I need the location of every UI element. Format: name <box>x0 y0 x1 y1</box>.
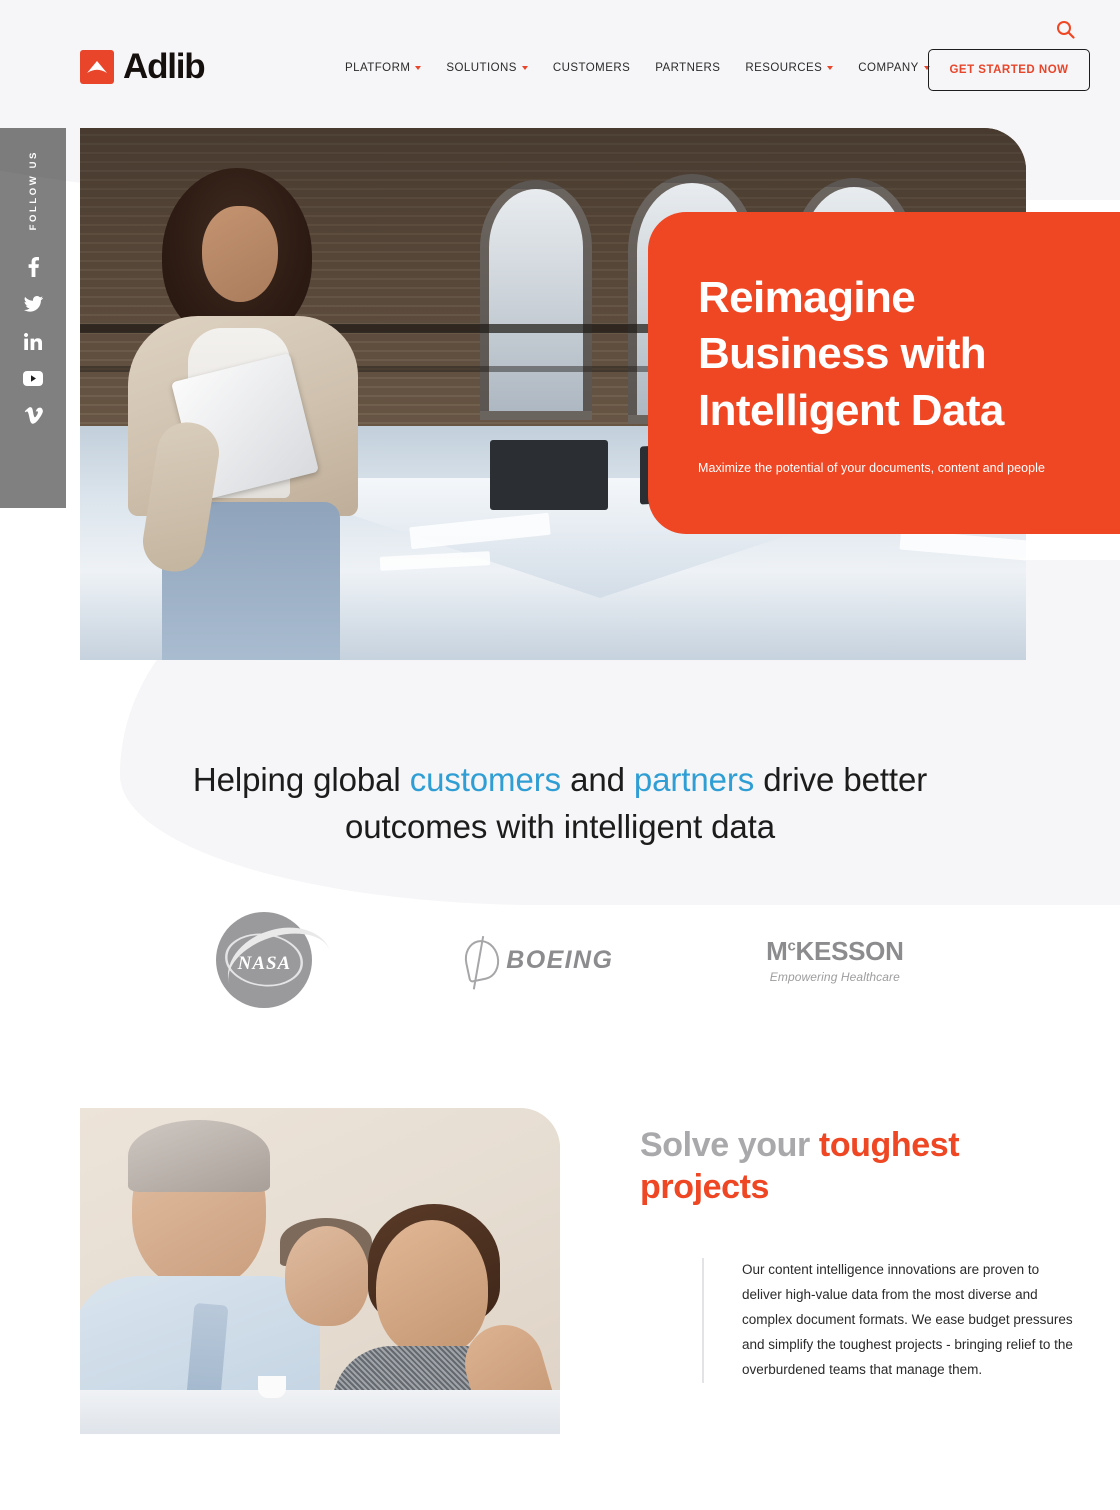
hero-image-monitor <box>490 440 608 510</box>
get-started-button[interactable]: GET STARTED NOW <box>928 49 1090 91</box>
page-root: Adlib PLATFORM SOLUTIONS CUSTOMERS PARTN… <box>0 0 1120 1510</box>
mckesson-logo: McKESSON Empowering Healthcare <box>766 936 904 984</box>
nav-item-company[interactable]: COMPANY <box>858 62 930 74</box>
adlib-chevron-logo-icon <box>80 49 114 84</box>
nav-label: CUSTOMERS <box>552 62 631 74</box>
site-header: Adlib PLATFORM SOLUTIONS CUSTOMERS PARTN… <box>0 0 1120 128</box>
facebook-icon[interactable] <box>16 250 50 284</box>
headline-accent-customers: customers <box>409 761 561 798</box>
solve-image-person-hair <box>128 1120 270 1192</box>
solve-title: Solve your toughest projects <box>640 1124 1080 1208</box>
solve-section-copy: Solve your toughest projects Our content… <box>640 1124 1080 1384</box>
nav-item-platform[interactable]: PLATFORM <box>345 62 422 74</box>
solve-title-gray: Solve your <box>640 1126 819 1164</box>
hero-title-line-3: Intelligent Data <box>698 385 1004 435</box>
nav-label: SOLUTIONS <box>446 62 517 74</box>
twitter-icon[interactable] <box>16 287 50 321</box>
headline-line-1: Helping global customers and partners dr… <box>0 757 1120 804</box>
section-headline: Helping global customers and partners dr… <box>0 757 1120 851</box>
solve-body-text: Our content intelligence innovations are… <box>742 1262 1073 1378</box>
social-follow-rail: FOLLOW US <box>0 128 66 508</box>
headline-line-2: outcomes with intelligent data <box>345 807 775 845</box>
headline-part-2: and <box>561 761 634 798</box>
nav-item-resources[interactable]: RESOURCES <box>745 62 834 74</box>
solve-image-person-head <box>285 1226 369 1326</box>
follow-us-label: FOLLOW US <box>27 150 39 231</box>
hero-subtitle: Maximize the potential of your documents… <box>698 460 1045 475</box>
headline-part-1: Helping global <box>192 761 410 798</box>
youtube-icon[interactable] <box>16 361 50 395</box>
hero-text-card: Reimagine Business with Intelligent Data… <box>648 212 1120 534</box>
nav-label: PARTNERS <box>655 62 721 74</box>
nav-item-partners[interactable]: PARTNERS <box>655 62 720 74</box>
hero-section: FOLLOW US Reimagine Business with Intell… <box>0 128 1120 662</box>
headline-part-3: drive better <box>754 761 928 798</box>
hero-title-line-1: Reimagine <box>698 273 916 322</box>
solve-body-quote: Our content intelligence innovations are… <box>702 1258 1080 1384</box>
boeing-logo: BOEING <box>461 936 614 984</box>
nasa-logo: NASA <box>209 912 333 1008</box>
boeing-logo-text: BOEING <box>506 945 614 974</box>
main-navigation: PLATFORM SOLUTIONS CUSTOMERS PARTNERS RE… <box>345 62 930 74</box>
person-face <box>202 206 278 302</box>
customer-logo-strip: NASA BOEING McKESSON Empowering Healthca… <box>0 905 1120 1015</box>
nav-label: PLATFORM <box>345 62 411 74</box>
solve-image-person-head <box>376 1220 488 1356</box>
chevron-down-icon <box>521 66 528 70</box>
nav-label: RESOURCES <box>745 62 823 74</box>
linkedin-icon[interactable] <box>16 324 50 358</box>
solve-image-cup <box>258 1376 286 1398</box>
mckesson-logo-tagline: Empowering Healthcare <box>769 970 900 984</box>
chevron-down-icon <box>827 66 834 70</box>
solve-image-table <box>80 1390 560 1434</box>
search-button[interactable] <box>1050 14 1080 44</box>
nav-label: COMPANY <box>858 62 919 74</box>
hero-title: Reimagine Business with Intelligent Data <box>698 270 1098 439</box>
hero-image-window <box>480 180 592 420</box>
hero-title-line-2: Business with <box>698 329 987 379</box>
headline-accent-partners: partners <box>633 761 755 798</box>
brand-logo[interactable]: Adlib <box>80 47 206 86</box>
nav-item-solutions[interactable]: SOLUTIONS <box>446 62 528 74</box>
chevron-down-icon <box>415 66 422 70</box>
search-icon <box>1056 20 1075 39</box>
brand-name: Adlib <box>123 47 206 86</box>
boeing-logo-mark-icon <box>461 936 504 984</box>
hero-image-person <box>110 150 390 660</box>
nav-item-customers[interactable]: CUSTOMERS <box>553 62 630 74</box>
solve-section-image <box>80 1108 560 1434</box>
vimeo-icon[interactable] <box>16 398 50 432</box>
nasa-logo-text: NASA <box>237 953 292 974</box>
mckesson-logo-text: McKESSON <box>766 936 904 966</box>
